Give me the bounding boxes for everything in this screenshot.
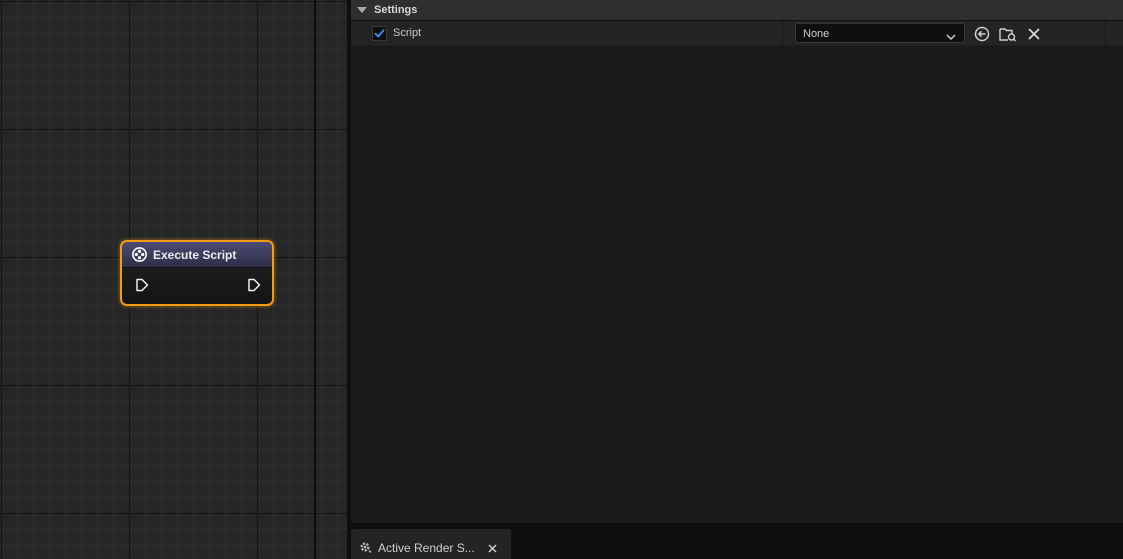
expand-arrow-icon[interactable] [357,7,367,13]
tab-active-render-settings[interactable]: Active Render S... [351,529,511,559]
property-name-cell: Script [351,21,782,46]
chevron-down-icon [946,29,956,41]
section-title: Settings [374,4,418,16]
clear-icon[interactable] [1025,25,1043,43]
exec-input-pin[interactable] [135,278,149,292]
script-property-row: Script None [351,21,1123,47]
script-enabled-checkbox[interactable] [372,26,387,41]
bottom-tab-strip: Active Render S... [351,523,1123,559]
use-selected-asset-icon[interactable] [973,25,991,43]
render-gear-icon [358,540,372,554]
close-icon[interactable] [487,541,498,553]
property-label: Script [393,27,422,39]
tab-label: Active Render S... [378,541,475,555]
node-header[interactable]: Execute Script [122,242,272,268]
node-title: Execute Script [153,247,237,262]
details-panel: Settings Script None [351,0,1123,523]
settings-section-header[interactable]: Settings [351,0,1123,21]
column-splitter[interactable] [1105,21,1106,46]
graph-canvas[interactable]: Execute Script [0,0,347,559]
exec-output-pin[interactable] [247,278,261,292]
execute-script-node[interactable]: Execute Script [120,240,274,306]
checkmark-icon [374,29,385,38]
dropdown-value: None [803,28,830,40]
graph-origin-axis [314,0,316,559]
movie-reel-icon [132,247,147,262]
script-asset-dropdown[interactable]: None [795,23,965,43]
node-body [122,268,272,303]
browse-to-asset-icon[interactable] [999,25,1017,43]
column-splitter[interactable] [782,21,783,46]
